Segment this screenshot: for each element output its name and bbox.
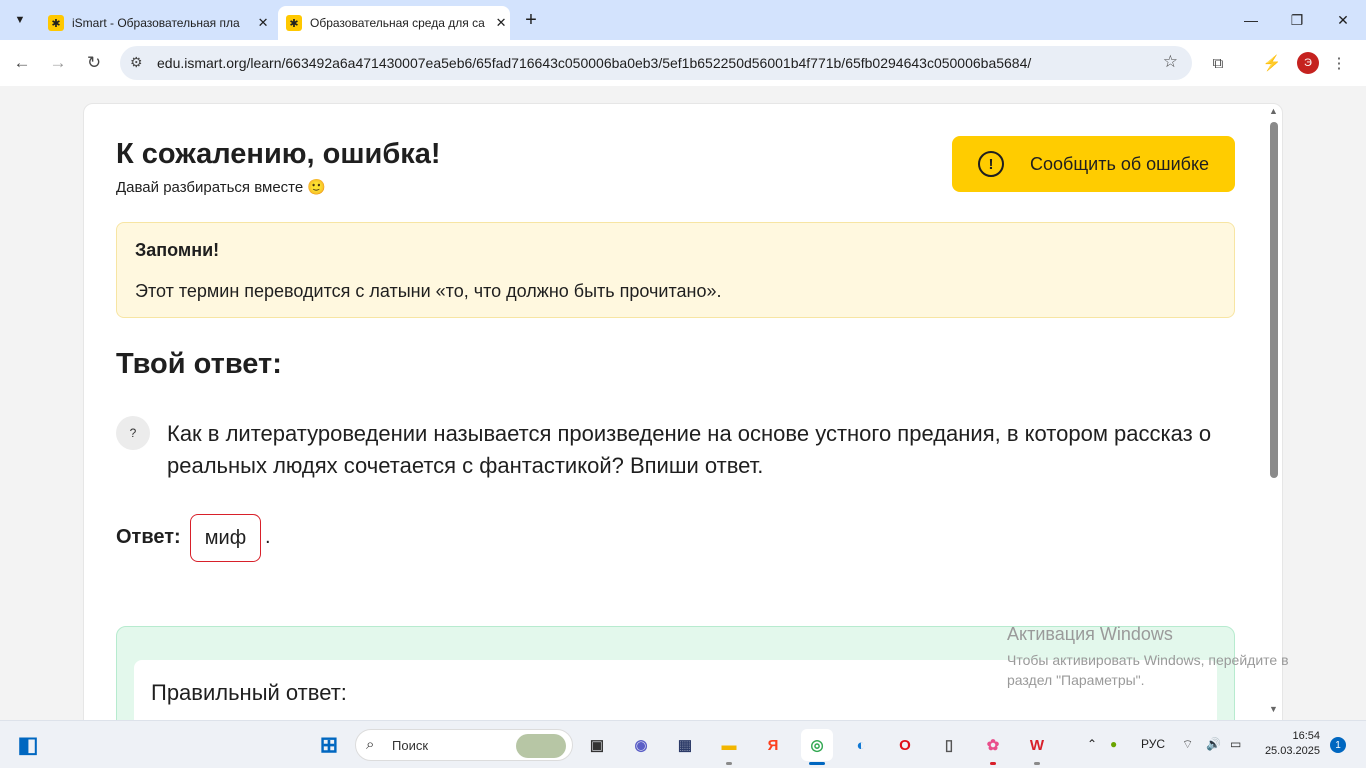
- tab-title: Образовательная среда для са: [310, 16, 485, 30]
- back-button[interactable]: ←: [10, 51, 34, 75]
- question-text: Как в литературоведении называется произ…: [167, 421, 1212, 478]
- activation-watermark-text: Чтобы активировать Windows, перейдите в …: [1007, 652, 1289, 688]
- meet-chat-icon[interactable]: ◉: [625, 729, 657, 761]
- ismart-logo-icon: ✱: [48, 15, 64, 31]
- arrow-left-icon: ←: [13, 53, 31, 72]
- running-indicator: [990, 762, 996, 765]
- tab-ismart[interactable]: ✱ iSmart - Образовательная пла ✕: [40, 6, 272, 40]
- close-window-button[interactable]: ✕: [1320, 0, 1366, 40]
- your-answer-heading: Твой ответ:: [116, 348, 282, 380]
- windows-taskbar: ◧ ⊞ ⌕ Поиск ▣ ◉ ▦ ▬ Я ◎ ◐ O ▯ ✿ W ⌃ ● РУ…: [0, 720, 1366, 768]
- close-icon[interactable]: ✕: [254, 14, 272, 32]
- scrollbar-thumb[interactable]: [1270, 122, 1278, 478]
- close-icon[interactable]: ✕: [492, 14, 510, 32]
- wps-office-icon[interactable]: W: [1021, 729, 1053, 761]
- exclamation-circle-icon: !: [978, 151, 1004, 177]
- correct-answer-heading: Правильный ответ:: [151, 680, 347, 705]
- tab-title: iSmart - Образовательная пла: [72, 16, 240, 30]
- clock-time: 16:54: [1292, 730, 1320, 742]
- clock-date: 25.03.2025: [1264, 745, 1320, 757]
- page-subtitle: Давай разбираться вместе 🙂: [116, 179, 327, 196]
- remember-text: Этот термин переводится с латыни «то, чт…: [135, 281, 722, 301]
- edge-icon[interactable]: ◐: [845, 729, 877, 761]
- reload-button[interactable]: ↻: [82, 51, 106, 75]
- search-highlight-image: [516, 734, 566, 758]
- chevron-down-icon: ▼: [14, 14, 26, 26]
- language-indicator[interactable]: РУС: [1141, 737, 1165, 751]
- tab-active[interactable]: ✱ Образовательная среда для са ✕: [278, 6, 510, 40]
- bookmark-star-icon[interactable]: ☆: [1163, 52, 1178, 72]
- report-error-label: Сообщить об ошибке: [1030, 153, 1210, 174]
- ismart-logo-icon: ✱: [286, 15, 302, 31]
- taskbar-search-label: Поиск: [392, 738, 429, 753]
- extensions-icon[interactable]: ⧉: [1207, 52, 1229, 74]
- search-icon: ⌕: [366, 736, 375, 753]
- document-icon[interactable]: ▯: [933, 729, 965, 761]
- remember-title: Запомни!: [135, 240, 220, 260]
- running-indicator: [726, 762, 732, 765]
- battery-icon[interactable]: ▭: [1230, 737, 1241, 751]
- new-tab-button[interactable]: +: [520, 9, 542, 31]
- restore-button[interactable]: ❐: [1274, 0, 1320, 40]
- taskbar-search[interactable]: ⌕ Поиск: [355, 729, 573, 761]
- reload-icon: ↻: [86, 53, 102, 72]
- answer-field: миф: [190, 514, 261, 562]
- address-bar[interactable]: ⚙ edu.ismart.org/learn/663492a6a47143000…: [120, 46, 1192, 80]
- report-error-button[interactable]: ! Сообщить об ошибке: [952, 136, 1235, 192]
- activation-watermark-title: Активация Windows: [1007, 624, 1173, 644]
- browser-toolbar: ← → ↻ ⚙ edu.ismart.org/learn/663492a6a47…: [0, 40, 1366, 86]
- performance-icon[interactable]: ⚡: [1261, 52, 1283, 74]
- volume-icon[interactable]: 🔊: [1206, 737, 1221, 751]
- scroll-down-arrow-icon[interactable]: ▼: [1269, 704, 1278, 714]
- wifi-icon[interactable]: ⌔: [1182, 737, 1193, 752]
- widgets-icon[interactable]: ◧: [12, 729, 44, 761]
- tab-search-button[interactable]: ▼: [8, 8, 32, 32]
- chevron-up-icon[interactable]: ⌃: [1087, 737, 1097, 751]
- scroll-up-arrow-icon[interactable]: ▲: [1269, 106, 1278, 116]
- chrome-icon[interactable]: ◎: [801, 729, 833, 761]
- file-explorer-icon[interactable]: ▬: [713, 729, 745, 761]
- minimize-button[interactable]: —: [1228, 0, 1274, 40]
- profile-avatar[interactable]: Э: [1297, 52, 1319, 74]
- start-windows-icon[interactable]: ⊞: [313, 729, 345, 761]
- page-viewport: К сожалению, ошибка! Давай разбираться в…: [0, 86, 1366, 720]
- kebab-menu-icon[interactable]: ⋮: [1328, 52, 1350, 74]
- yandex-browser-icon[interactable]: Я: [757, 729, 789, 761]
- page-title: К сожалению, ошибка!: [116, 138, 441, 170]
- clock[interactable]: 16:54 25.03.2025: [1262, 729, 1320, 759]
- url-text[interactable]: edu.ismart.org/learn/663492a6a471430007e…: [157, 55, 1031, 71]
- calendar-app-icon[interactable]: ▦: [669, 729, 701, 761]
- photos-app-icon[interactable]: ✿: [977, 729, 1009, 761]
- task-view-icon[interactable]: ▣: [581, 729, 613, 761]
- answer-label: Ответ:: [116, 526, 181, 548]
- opera-icon[interactable]: O: [889, 729, 921, 761]
- arrow-right-icon: →: [49, 53, 67, 72]
- antivirus-tray-icon[interactable]: ●: [1110, 737, 1117, 751]
- question-icon: ?: [116, 416, 150, 450]
- site-info-icon[interactable]: ⚙: [130, 54, 143, 71]
- active-app-indicator: [809, 762, 825, 765]
- tab-bar: ▼ ✱ iSmart - Образовательная пла ✕ ✱ Обр…: [0, 0, 1366, 40]
- forward-button[interactable]: →: [46, 51, 70, 75]
- running-indicator: [1034, 762, 1040, 765]
- remember-hint-box: Запомни! Этот термин переводится с латын…: [116, 222, 1235, 318]
- notification-badge[interactable]: 1: [1330, 737, 1346, 753]
- answer-suffix: .: [265, 526, 271, 548]
